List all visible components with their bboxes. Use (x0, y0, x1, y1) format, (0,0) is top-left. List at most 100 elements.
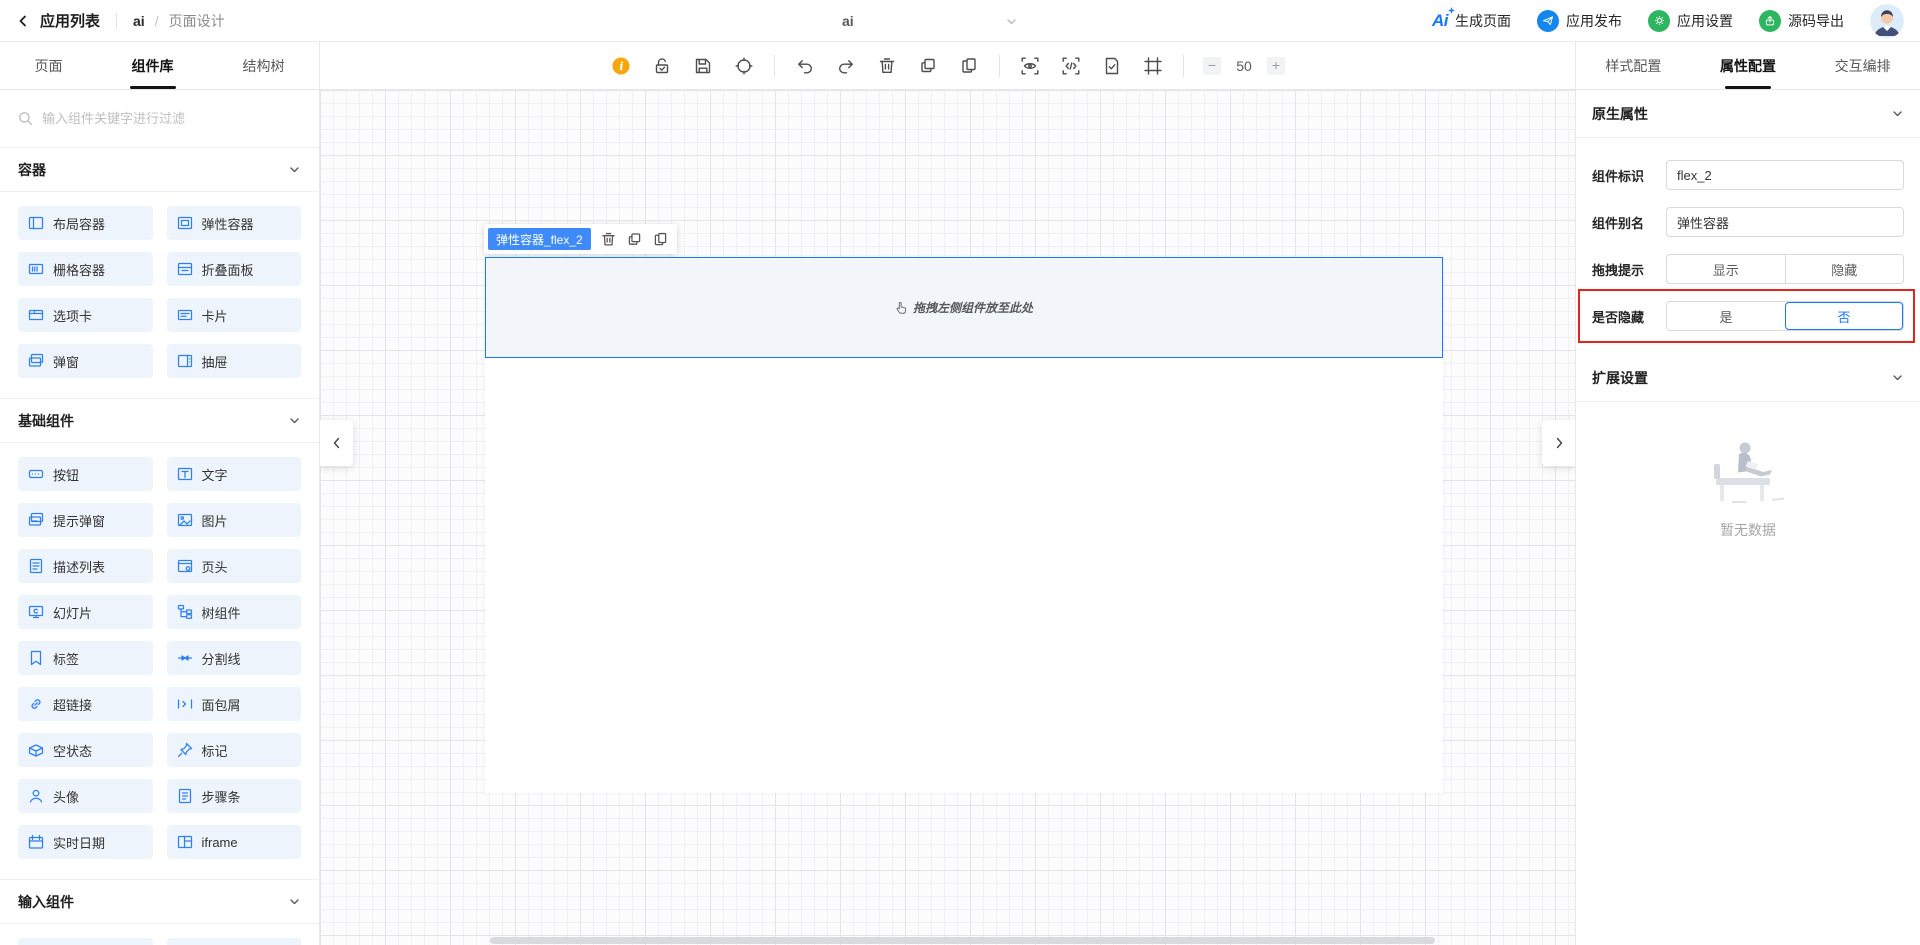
drag-hint-option-0[interactable]: 显示 (1667, 255, 1785, 283)
section-header-2[interactable]: 输入组件 (0, 880, 319, 924)
component-item-grid-container[interactable]: 栅格容器 (18, 252, 153, 286)
zoom-out-button[interactable]: − (1203, 57, 1221, 75)
config-tab-style[interactable]: 样式配置 (1601, 42, 1665, 89)
search-icon (18, 111, 33, 126)
publish-button[interactable]: 应用发布 (1537, 10, 1622, 32)
settings-button[interactable]: 应用设置 (1648, 10, 1733, 32)
component-item-tag[interactable]: 标签 (18, 641, 153, 675)
field-row-drag-hint: 拖拽提示显示隐藏 (1592, 254, 1904, 284)
extension-section-header[interactable]: 扩展设置 (1576, 354, 1920, 402)
toolbar-preview-icon[interactable] (1019, 55, 1041, 77)
component-id-label: 组件标识 (1592, 166, 1666, 185)
selection-paste-icon[interactable] (652, 231, 669, 248)
component-item-tabs[interactable]: 选项卡 (18, 298, 153, 332)
collapse-right-panel-button[interactable] (1542, 420, 1575, 466)
toolbar-unlock-icon[interactable] (651, 55, 673, 77)
component-item-date[interactable]: 实时日期 (18, 825, 153, 859)
component-item-modal[interactable]: 弹窗 (18, 344, 153, 378)
zoom-in-button[interactable]: + (1267, 57, 1285, 75)
user-avatar[interactable] (1870, 4, 1904, 38)
toolbar-target-icon[interactable] (733, 55, 755, 77)
selection-delete-icon[interactable] (600, 231, 617, 248)
page-artboard[interactable]: 弹性容器_flex_2 拖拽左侧组件放至此处 (485, 257, 1443, 793)
steps-icon (177, 788, 193, 804)
component-item-button[interactable]: 按钮 (18, 457, 153, 491)
flex-container-component[interactable]: 拖拽左侧组件放至此处 (485, 257, 1443, 358)
carousel-icon (28, 604, 44, 620)
toolbar-frame-icon[interactable] (1142, 55, 1164, 77)
collapse-left-panel-button[interactable] (320, 420, 353, 466)
component-item-drawer[interactable]: 抽屉 (167, 344, 302, 378)
is-hidden-option-1[interactable]: 否 (1785, 302, 1903, 330)
selected-component-chip[interactable]: 弹性容器_flex_2 (488, 228, 591, 250)
component-item-page-header[interactable]: 页头 (167, 549, 302, 583)
component-item-collapse-panel[interactable]: 折叠面板 (167, 252, 302, 286)
component-item-card[interactable]: 卡片 (167, 298, 302, 332)
mark-icon (177, 742, 193, 758)
config-tab-interaction[interactable]: 交互编排 (1831, 42, 1895, 89)
toolbar-undo-icon[interactable] (794, 55, 816, 77)
section-header-1[interactable]: 基础组件 (0, 399, 319, 443)
toolbar-doc-check-icon[interactable] (1101, 55, 1123, 77)
toolbar-paste-icon[interactable] (958, 55, 980, 77)
card-icon (177, 307, 193, 323)
sidebar-tab-components[interactable]: 组件库 (128, 42, 178, 89)
export-button[interactable]: 源码导出 (1759, 10, 1844, 32)
component-item-avatar[interactable]: 头像 (18, 779, 153, 813)
component-search-input[interactable] (42, 111, 301, 126)
section-header-0[interactable]: 容器 (0, 148, 319, 192)
toolbar-divider (774, 55, 775, 77)
selection-copy-icon[interactable] (626, 231, 643, 248)
design-canvas[interactable]: 弹性容器_flex_2 拖拽左侧组件放至此处 (320, 90, 1575, 945)
toolbar-delete-icon[interactable] (876, 55, 898, 77)
native-props-section-header[interactable]: 原生属性 (1576, 90, 1920, 138)
zoom-controls: −50+ (1203, 57, 1285, 75)
canvas-toolbar: i −50+ (320, 42, 1575, 90)
component-item-breadcrumb[interactable]: 面包屑 (167, 687, 302, 721)
component-item-layout-container[interactable]: 布局容器 (18, 206, 153, 240)
component-item-label: 选项卡 (53, 306, 92, 325)
description-list-icon (28, 558, 44, 574)
component-item-divider[interactable]: 分割线 (167, 641, 302, 675)
component-item-hyperlink[interactable]: 超链接 (18, 687, 153, 721)
page-select-dropdown[interactable]: ai (842, 0, 1018, 42)
component-item-flex-container[interactable]: 弹性容器 (167, 206, 302, 240)
component-item-clipped[interactable] (18, 938, 153, 945)
component-item-label: 按钮 (53, 465, 79, 484)
config-tab-props[interactable]: 属性配置 (1716, 42, 1780, 89)
component-item-clipped[interactable] (167, 938, 302, 945)
drag-hint-option-1[interactable]: 隐藏 (1785, 255, 1904, 283)
generate-button[interactable]: Ai生成页面 (1432, 11, 1511, 31)
toolbar-redo-icon[interactable] (835, 55, 857, 77)
component-item-mark[interactable]: 标记 (167, 733, 302, 767)
component-item-description-list[interactable]: 描述列表 (18, 549, 153, 583)
toolbar-code-icon[interactable] (1060, 55, 1082, 77)
component-item-steps[interactable]: 步骤条 (167, 779, 302, 813)
chevron-down-icon (288, 414, 301, 427)
chevron-down-icon (288, 895, 301, 908)
component-id-input[interactable] (1666, 160, 1904, 190)
horizontal-scrollbar[interactable] (490, 937, 1435, 944)
component-sections: 容器布局容器弹性容器栅格容器折叠面板选项卡 卡片弹窗抽屉基础组件按钮 文字提示弹窗图… (0, 148, 319, 945)
component-item-image[interactable]: 图片 (167, 503, 302, 537)
sidebar-tab-tree[interactable]: 结构树 (239, 42, 289, 89)
component-item-text[interactable]: 文字 (167, 457, 302, 491)
sidebar-tab-pages[interactable]: 页面 (31, 42, 67, 89)
toolbar-save-icon[interactable] (692, 55, 714, 77)
top-header: 应用列表 ai / 页面设计 ai Ai生成页面应用发布应用设置源码导出 (0, 0, 1920, 42)
component-item-label: 幻灯片 (53, 603, 92, 622)
component-sidebar: 页面 组件库 结构树 容器布局容器弹性容器栅格容器折叠面板选项卡 卡片弹窗抽屉基础组件… (0, 42, 320, 945)
toolbar-info-icon[interactable]: i (610, 55, 632, 77)
tag-icon (28, 650, 44, 666)
back-to-app-list-link[interactable]: 应用列表 (40, 10, 100, 31)
component-item-alert-modal[interactable]: 提示弹窗 (18, 503, 153, 537)
component-item-iframe[interactable]: iframe (167, 825, 302, 859)
component-item-tree[interactable]: 树组件 (167, 595, 302, 629)
component-item-empty-state[interactable]: 空状态 (18, 733, 153, 767)
component-alias-input[interactable] (1666, 207, 1904, 237)
is-hidden-option-0[interactable]: 是 (1667, 302, 1785, 330)
back-chevron-icon[interactable] (16, 14, 30, 28)
component-item-carousel[interactable]: 幻灯片 (18, 595, 153, 629)
export-label: 源码导出 (1788, 11, 1844, 31)
toolbar-copy-icon[interactable] (917, 55, 939, 77)
